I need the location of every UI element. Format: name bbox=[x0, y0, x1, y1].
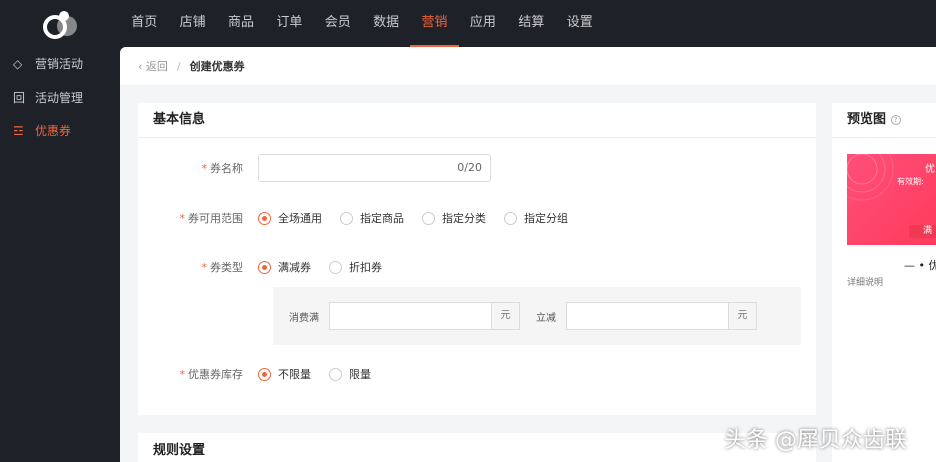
radio-specific-group[interactable]: 指定分组 bbox=[504, 210, 568, 226]
nav-marketing[interactable]: 营销 bbox=[410, 0, 459, 47]
main-nav: 首页 店铺 商品 订单 会员 数据 营销 应用 结算 设置 bbox=[120, 0, 604, 47]
breadcrumb: ‹ 返回 / 创建优惠券 bbox=[120, 47, 936, 85]
coupon-name-input[interactable]: 0/20 bbox=[258, 154, 491, 182]
nav-orders[interactable]: 订单 bbox=[265, 0, 313, 47]
section-title: 基本信息 bbox=[138, 103, 816, 138]
breadcrumb-separator: / bbox=[176, 59, 181, 73]
unit-label: 元 bbox=[492, 302, 520, 330]
sidebar-item-coupons[interactable]: ☲ 优惠券 bbox=[0, 114, 120, 148]
reduce-amount-input[interactable] bbox=[566, 302, 729, 330]
watermark: 头条 @犀贝众齿联 bbox=[724, 428, 907, 453]
radio-specific-category[interactable]: 指定分类 bbox=[422, 210, 486, 226]
field-label: * 优惠券库存 bbox=[179, 368, 244, 381]
coupon-title: 优 bbox=[925, 164, 935, 175]
back-link[interactable]: ‹ 返回 bbox=[138, 58, 168, 74]
nav-members[interactable]: 会员 bbox=[314, 0, 362, 47]
detail-label: 详细说明 bbox=[847, 278, 884, 288]
breadcrumb-current: 创建优惠券 bbox=[189, 60, 245, 73]
basic-info-card: 基本信息 * 券名称 0/20 * 券可用范围 全场通用 指定商品 指定分类 指定分… bbox=[138, 103, 816, 415]
reduce-label: 立减 bbox=[536, 312, 556, 324]
sidebar-item-label: 营销活动 bbox=[35, 57, 84, 72]
sidebar-item-activity-management[interactable]: 回活动管理 bbox=[0, 81, 120, 115]
nav-products[interactable]: 商品 bbox=[217, 0, 265, 47]
coupon-button: 满 bbox=[909, 225, 936, 238]
nav-apps[interactable]: 应用 bbox=[459, 0, 507, 47]
section-title: 规则设置 bbox=[153, 443, 206, 458]
top-bar: 首页 店铺 商品 订单 会员 数据 营销 应用 结算 设置 bbox=[0, 0, 936, 47]
radio-discount[interactable]: 折扣券 bbox=[329, 259, 382, 275]
preview-card: 预览图 ? 优 有效期: 满 — • 优 详细说明 bbox=[832, 103, 936, 462]
preview-title: 预览图 ? bbox=[832, 103, 936, 138]
sidebar-item-marketing-activity[interactable]: ◇ 营销活动 bbox=[0, 47, 120, 81]
field-label: * 券名称 bbox=[201, 162, 244, 175]
coupon-icon: ☲ bbox=[13, 123, 24, 138]
coupon-preview: 优 有效期: 满 bbox=[847, 154, 936, 245]
radio-unlimited[interactable]: 不限量 bbox=[258, 366, 311, 382]
radio-limited[interactable]: 限量 bbox=[329, 366, 371, 382]
field-label: * 券可用范围 bbox=[179, 212, 244, 225]
nav-data[interactable]: 数据 bbox=[362, 0, 410, 47]
coupon-name-line: — • 优 bbox=[904, 259, 936, 272]
radio-all-store[interactable]: 全场通用 bbox=[258, 210, 322, 226]
sidebar-item-label: 优惠券 bbox=[35, 124, 72, 139]
nav-settings[interactable]: 设置 bbox=[556, 0, 604, 47]
decorative-rings bbox=[847, 154, 894, 201]
unit-label: 元 bbox=[729, 302, 757, 330]
field-label: * 券类型 bbox=[201, 261, 244, 274]
nav-settlement[interactable]: 结算 bbox=[507, 0, 555, 47]
spend-threshold-input[interactable] bbox=[329, 302, 492, 330]
sidebar: ◇ 营销活动 回活动管理 ☲ 优惠券 bbox=[0, 47, 120, 148]
tag-icon: ◇ bbox=[13, 56, 23, 71]
nav-home[interactable]: 首页 bbox=[120, 0, 168, 47]
radio-specific-products[interactable]: 指定商品 bbox=[340, 210, 404, 226]
main-content: ‹ 返回 / 创建优惠券 基本信息 * 券名称 0/20 * 券可用范围 全场通用 … bbox=[120, 47, 936, 462]
activity-icon: 回 bbox=[13, 90, 26, 105]
coupon-validity: 有效期: bbox=[897, 177, 924, 186]
radio-full-reduction[interactable]: 满减券 bbox=[258, 259, 311, 275]
sidebar-item-label: 活动管理 bbox=[35, 90, 84, 105]
nav-store[interactable]: 店铺 bbox=[168, 0, 216, 47]
logo bbox=[43, 11, 77, 39]
help-icon[interactable]: ? bbox=[890, 114, 901, 125]
reduction-settings: 消费满 元 立减 元 bbox=[273, 287, 801, 345]
rules-card: 规则设置 bbox=[138, 433, 816, 462]
spend-label: 消费满 bbox=[289, 312, 319, 324]
